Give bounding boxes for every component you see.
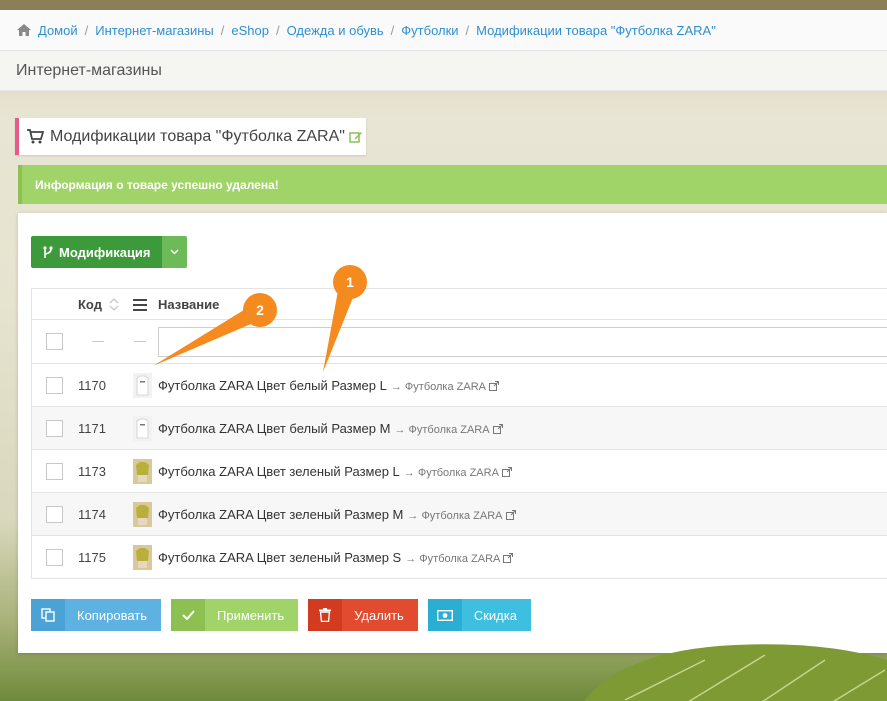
- row-code: 1173: [78, 464, 106, 479]
- breadcrumb-separator: /: [275, 22, 280, 38]
- row-name[interactable]: Футболка ZARA Цвет зеленый Размер S → Фут…: [158, 550, 514, 565]
- external-link-icon[interactable]: [505, 510, 516, 520]
- delete-button[interactable]: Удалить: [308, 599, 418, 631]
- external-link-icon[interactable]: [501, 467, 512, 477]
- row-name-text[interactable]: Футболка ZARA Цвет белый Размер M: [158, 421, 390, 436]
- modification-button-group: Модификация: [31, 236, 187, 268]
- filter-dash: [92, 341, 104, 342]
- row-name[interactable]: Футболка ZARA Цвет белый Размер L → Футбо…: [158, 378, 499, 393]
- external-link-icon[interactable]: [492, 424, 503, 434]
- row-checkbox[interactable]: [46, 420, 63, 437]
- breadcrumb-separator: /: [390, 22, 395, 38]
- table-header: Код Название: [32, 288, 887, 320]
- money-icon: [427, 599, 462, 631]
- breadcrumb-home[interactable]: Домой: [38, 23, 78, 38]
- breadcrumb-separator: /: [220, 22, 225, 38]
- row-name-text[interactable]: Футболка ZARA Цвет зеленый Размер M: [158, 507, 403, 522]
- column-header-code[interactable]: Код: [78, 297, 102, 312]
- row-checkbox[interactable]: [46, 506, 63, 523]
- action-buttons: Копировать Применить Удалить Скидка: [31, 599, 541, 631]
- row-name-text[interactable]: Футболка ZARA Цвет белый Размер L: [158, 378, 387, 393]
- row-checkbox[interactable]: [46, 463, 63, 480]
- table-row[interactable]: 1171 Футболка ZARA Цвет белый Размер M → …: [32, 407, 887, 450]
- delete-label: Удалить: [354, 607, 404, 623]
- row-checkbox[interactable]: [46, 377, 63, 394]
- table-row[interactable]: 1175 Футболка ZARA Цвет зеленый Размер S…: [32, 536, 887, 579]
- trash-icon: [308, 599, 343, 631]
- fork-icon: [43, 245, 53, 258]
- breadcrumb-separator: /: [465, 22, 470, 38]
- external-link-icon[interactable]: [488, 381, 499, 391]
- name-filter-input[interactable]: [158, 327, 887, 357]
- page-title-box: Модификации товара "Футболка ZARA": [15, 118, 366, 155]
- row-name-text[interactable]: Футболка ZARA Цвет зеленый Размер L: [158, 464, 400, 479]
- cart-icon: [27, 129, 44, 144]
- section-title: Интернет-магазины: [16, 61, 162, 79]
- table-row[interactable]: 1174 Футболка ZARA Цвет зеленый Размер M…: [32, 493, 887, 536]
- apply-button[interactable]: Применить: [171, 599, 299, 631]
- row-name[interactable]: Футболка ZARA Цвет зеленый Размер M → Фут…: [158, 507, 516, 522]
- copy-button[interactable]: Копировать: [31, 599, 161, 631]
- row-code: 1175: [78, 550, 106, 565]
- modifications-table: Код Название 1170 Футболка ZARA Цвет бел…: [31, 288, 887, 579]
- column-header-name[interactable]: Название: [158, 297, 219, 312]
- callout-badge-1: 1: [333, 265, 367, 299]
- parent-link[interactable]: → Футболка ZARA: [405, 553, 500, 565]
- breadcrumb-modifications[interactable]: Модификации товара "Футболка ZARA": [476, 23, 716, 38]
- discount-button[interactable]: Скидка: [427, 599, 531, 631]
- modification-dropdown-toggle[interactable]: [162, 236, 187, 268]
- alert-text: Информация о товаре успешно удалена!: [35, 177, 279, 192]
- copy-icon: [31, 599, 65, 631]
- sort-icon[interactable]: [109, 297, 119, 312]
- breadcrumb-tshirts[interactable]: Футболки: [401, 23, 458, 38]
- parent-link[interactable]: → Футболка ZARA: [407, 510, 502, 522]
- check-icon: [171, 599, 205, 631]
- parent-link[interactable]: → Футболка ZARA: [404, 467, 499, 479]
- breadcrumb-separator: /: [84, 22, 89, 38]
- row-code: 1171: [78, 421, 106, 436]
- modification-button[interactable]: Модификация: [31, 236, 162, 268]
- chevron-down-icon: [170, 249, 179, 255]
- callout-badge-2: 2: [243, 293, 277, 327]
- row-code: 1174: [78, 507, 106, 522]
- green-tshirt-thumbnail[interactable]: [133, 545, 152, 570]
- home-icon: [17, 24, 31, 36]
- row-name-text[interactable]: Футболка ZARA Цвет зеленый Размер S: [158, 550, 401, 565]
- external-link-icon[interactable]: [503, 553, 514, 563]
- white-tshirt-thumbnail[interactable]: [133, 373, 152, 398]
- green-tshirt-thumbnail[interactable]: [133, 459, 152, 484]
- parent-link[interactable]: → Футболка ZARA: [394, 424, 489, 436]
- filter-row: [32, 320, 887, 364]
- table-row[interactable]: 1170 Футболка ZARA Цвет белый Размер L → …: [32, 364, 887, 407]
- row-checkbox[interactable]: [46, 549, 63, 566]
- discount-label: Скидка: [473, 607, 517, 623]
- apply-label: Применить: [217, 607, 285, 623]
- select-all-checkbox[interactable]: [46, 333, 63, 350]
- white-tshirt-thumbnail[interactable]: [133, 416, 152, 441]
- breadcrumb-shops[interactable]: Интернет-магазины: [95, 23, 214, 38]
- edit-icon[interactable]: [349, 130, 363, 143]
- parent-link[interactable]: → Футболка ZARA: [391, 381, 486, 393]
- page-title: Модификации товара "Футболка ZARA": [50, 127, 345, 145]
- row-name[interactable]: Футболка ZARA Цвет зеленый Размер L → Фут…: [158, 464, 512, 479]
- modification-label: Модификация: [59, 244, 151, 260]
- success-alert: Информация о товаре успешно удалена!: [18, 165, 887, 204]
- green-tshirt-thumbnail[interactable]: [133, 502, 152, 527]
- row-code: 1170: [78, 378, 106, 393]
- list-icon[interactable]: [133, 299, 147, 311]
- breadcrumb-clothing[interactable]: Одежда и обувь: [287, 23, 384, 38]
- table-row[interactable]: 1173 Футболка ZARA Цвет зеленый Размер L…: [32, 450, 887, 493]
- section-header: Интернет-магазины: [0, 51, 887, 91]
- copy-label: Копировать: [77, 607, 147, 623]
- leaf-background-decoration: [585, 644, 887, 701]
- content-panel: Модификация Код Название 1170 Футболка Z…: [18, 213, 887, 653]
- top-strip: [0, 0, 887, 10]
- breadcrumb: Домой / Интернет-магазины / eShop / Одеж…: [0, 10, 887, 51]
- breadcrumb-eshop[interactable]: eShop: [231, 23, 269, 38]
- row-name[interactable]: Футболка ZARA Цвет белый Размер M → Футбо…: [158, 421, 503, 436]
- filter-dash: [134, 341, 146, 342]
